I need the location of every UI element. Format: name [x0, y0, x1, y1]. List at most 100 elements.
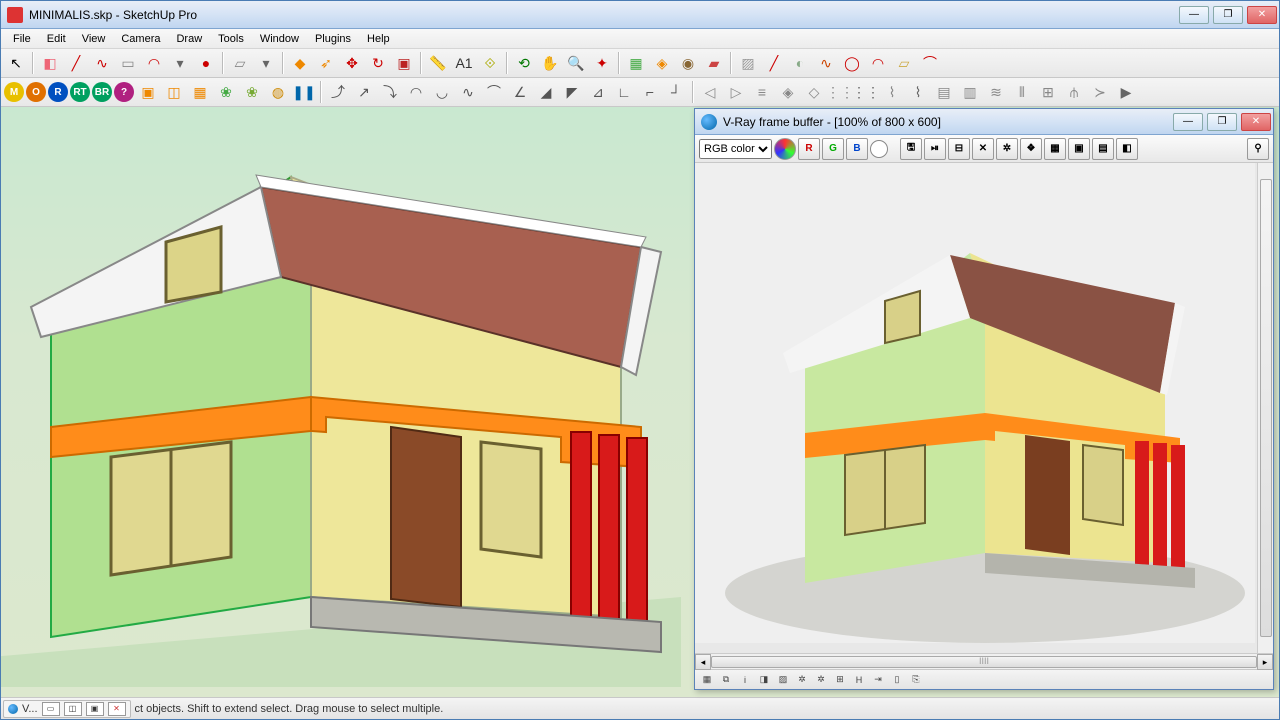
status-mini-1[interactable]: ▭: [42, 702, 60, 716]
minimize-button[interactable]: —: [1179, 6, 1209, 24]
vray-tool-7[interactable]: ▦: [1044, 138, 1066, 160]
tool-xray[interactable]: ▨: [736, 51, 760, 75]
tool-e1[interactable]: ◁: [698, 80, 722, 104]
menu-help[interactable]: Help: [359, 31, 398, 47]
tool-eraser[interactable]: ◧: [38, 51, 62, 75]
tool-orbit[interactable]: ⟲: [512, 51, 536, 75]
tool-tape[interactable]: 📏: [426, 51, 450, 75]
menu-camera[interactable]: Camera: [113, 31, 168, 47]
vray-minimize-button[interactable]: —: [1173, 113, 1203, 131]
tool-c12[interactable]: ∟: [612, 80, 636, 104]
tool-comp1[interactable]: ▣: [136, 80, 160, 104]
tool-c4[interactable]: ◠: [404, 80, 428, 104]
tool-c2[interactable]: ↗: [352, 80, 376, 104]
vray-horizontal-scrollbar[interactable]: ◂ IIII ▸: [695, 653, 1273, 669]
vray-scroll-right[interactable]: ▸: [1257, 654, 1273, 670]
tool-map[interactable]: ▦: [624, 51, 648, 75]
maximize-button[interactable]: ❐: [1213, 6, 1243, 24]
tool-c10[interactable]: ◤: [560, 80, 584, 104]
vray-close-button[interactable]: ✕: [1241, 113, 1271, 131]
badge-r[interactable]: R: [48, 82, 68, 102]
tool-style5[interactable]: ⌒: [918, 51, 942, 75]
tool-c8[interactable]: ∠: [508, 80, 532, 104]
menu-file[interactable]: File: [5, 31, 39, 47]
tool-comp2[interactable]: ◫: [162, 80, 186, 104]
tool-e11[interactable]: ▥: [958, 80, 982, 104]
vray-bottom-4[interactable]: ▨: [775, 673, 791, 687]
tool-e7[interactable]: ⋮⋮: [854, 80, 878, 104]
menu-window[interactable]: Window: [252, 31, 307, 47]
tool-scale[interactable]: ▣: [392, 51, 416, 75]
vray-tool-1[interactable]: 🖫: [900, 138, 922, 160]
tool-tree2[interactable]: ❀: [240, 80, 264, 104]
tool-e9[interactable]: ⌇: [906, 80, 930, 104]
vray-tool-3[interactable]: ⊟: [948, 138, 970, 160]
titlebar[interactable]: MINIMALIS.skp - SketchUp Pro — ❐ ✕: [1, 1, 1279, 29]
tool-rotate[interactable]: ↻: [366, 51, 390, 75]
tool-move[interactable]: ✥: [340, 51, 364, 75]
tool-c9[interactable]: ◢: [534, 80, 558, 104]
tool-c7[interactable]: ⌒: [482, 80, 506, 104]
tool-freehand[interactable]: ∿: [90, 51, 114, 75]
tool-c13[interactable]: ⌐: [638, 80, 662, 104]
tool-comp3[interactable]: ▦: [188, 80, 212, 104]
tool-e13[interactable]: ⫴: [1010, 80, 1034, 104]
tool-arc[interactable]: ◠: [142, 51, 166, 75]
vray-pin-icon[interactable]: ⚲: [1247, 138, 1269, 160]
vray-tool-10[interactable]: ◧: [1116, 138, 1138, 160]
tool-e3[interactable]: ≡: [750, 80, 774, 104]
vray-scroll-left[interactable]: ◂: [695, 654, 711, 670]
tool-e12[interactable]: ≋: [984, 80, 1008, 104]
tool-e15[interactable]: ⫛: [1062, 80, 1086, 104]
badge-?[interactable]: ?: [114, 82, 134, 102]
vray-tool-4[interactable]: ✕: [972, 138, 994, 160]
tool-tree[interactable]: ❀: [214, 80, 238, 104]
tool-surface[interactable]: ▱: [228, 51, 252, 75]
tool-e2[interactable]: ▷: [724, 80, 748, 104]
tool-c14[interactable]: ┘: [664, 80, 688, 104]
tool-e5[interactable]: ◇: [802, 80, 826, 104]
tool-pause[interactable]: ❚❚: [292, 80, 316, 104]
status-mini-close[interactable]: ✕: [108, 702, 126, 716]
status-panel[interactable]: V... ▭ ◫ ▣ ✕: [3, 700, 131, 718]
vray-tool-9[interactable]: ▤: [1092, 138, 1114, 160]
vray-bottom-2[interactable]: i: [737, 673, 753, 687]
vray-bottom-10[interactable]: ▯: [889, 673, 905, 687]
badge-o[interactable]: O: [26, 82, 46, 102]
tool-e10[interactable]: ▤: [932, 80, 956, 104]
vray-titlebar[interactable]: V-Ray frame buffer - [100% of 800 x 600]…: [695, 109, 1273, 135]
tool-paint[interactable]: ◆: [288, 51, 312, 75]
badge-rt[interactable]: RT: [70, 82, 90, 102]
vray-channels-icon[interactable]: [774, 138, 796, 160]
menu-edit[interactable]: Edit: [39, 31, 74, 47]
menu-tools[interactable]: Tools: [210, 31, 252, 47]
tool-c3[interactable]: ⤵: [378, 80, 402, 104]
tool-c1[interactable]: ⤴: [326, 80, 350, 104]
vray-mono-icon[interactable]: [870, 140, 888, 158]
vray-bottom-9[interactable]: ⇥: [870, 673, 886, 687]
tool-zoom[interactable]: 🔍: [564, 51, 588, 75]
tool-c5[interactable]: ◡: [430, 80, 454, 104]
vray-tool-5[interactable]: ✲: [996, 138, 1018, 160]
tool-back[interactable]: ◐: [788, 51, 812, 75]
tool-c11[interactable]: ⊿: [586, 80, 610, 104]
tool-layers[interactable]: ◈: [650, 51, 674, 75]
tool-circle[interactable]: ●: [194, 51, 218, 75]
vray-bottom-8[interactable]: H: [851, 673, 867, 687]
vray-g-button[interactable]: G: [822, 138, 844, 160]
badge-br[interactable]: BR: [92, 82, 112, 102]
vray-bottom-7[interactable]: ⊞: [832, 673, 848, 687]
tool-line[interactable]: ╱: [64, 51, 88, 75]
vray-bottom-3[interactable]: ◨: [756, 673, 772, 687]
vray-render-view[interactable]: [695, 163, 1273, 653]
tool-e17[interactable]: ▶: [1114, 80, 1138, 104]
tool-select[interactable]: ↖: [4, 51, 28, 75]
tool-menu-arrow[interactable]: ▾: [168, 51, 192, 75]
vray-tool-6[interactable]: ❖: [1020, 138, 1042, 160]
vray-b-button[interactable]: B: [846, 138, 868, 160]
tool-e4[interactable]: ◈: [776, 80, 800, 104]
tool-e16[interactable]: ≻: [1088, 80, 1112, 104]
vray-hscroll-thumb[interactable]: IIII: [711, 656, 1257, 668]
tool-dim[interactable]: ⟐: [478, 51, 502, 75]
tool-zoom-ext[interactable]: ✦: [590, 51, 614, 75]
